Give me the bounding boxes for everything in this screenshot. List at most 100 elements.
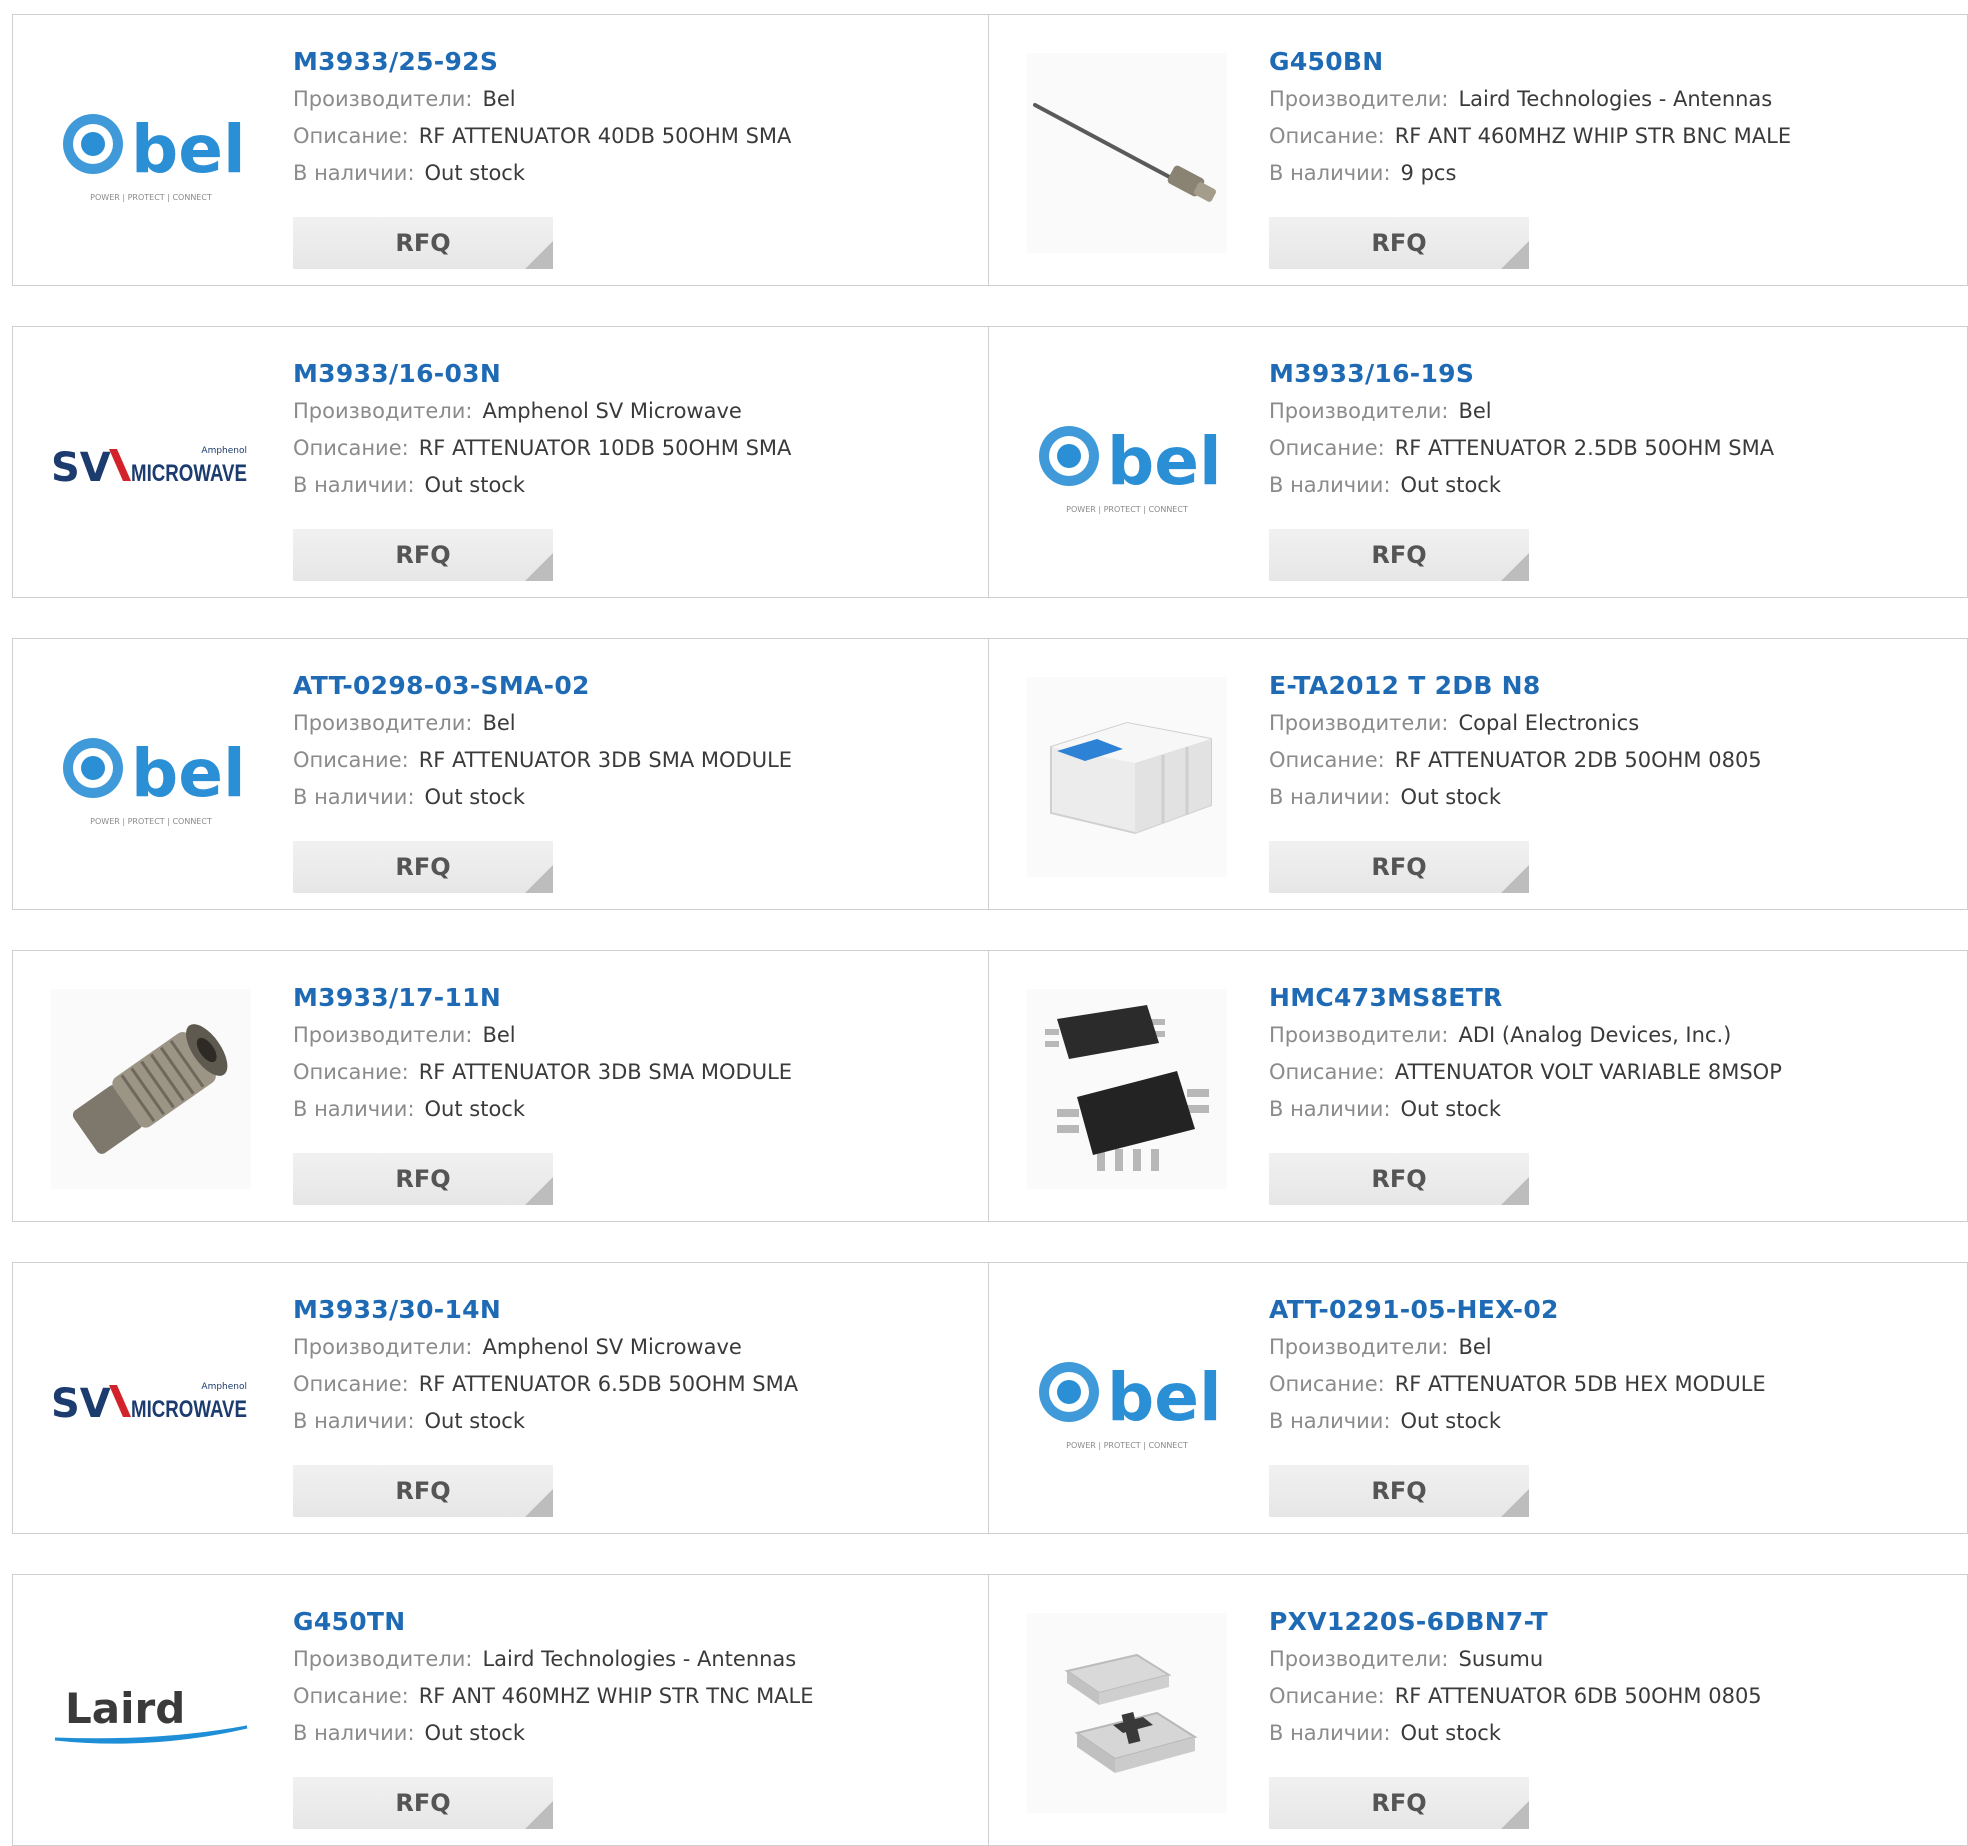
corner-triangle-icon: [525, 1489, 553, 1517]
rfq-button[interactable]: RFQ: [293, 529, 553, 581]
product-card: SV MICROWAVE Amphenol M3933/16-03N Произ…: [12, 326, 989, 598]
part-number-link[interactable]: PXV1220S-6DBN7-T: [1269, 1603, 1957, 1641]
sv-microwave-logo[interactable]: SV MICROWAVE Amphenol: [51, 365, 251, 565]
rfq-button-label: RFQ: [1371, 1165, 1427, 1193]
svg-text:Amphenol: Amphenol: [201, 1382, 247, 1392]
part-number-link[interactable]: ATT-0291-05-HEX-02: [1269, 1291, 1957, 1329]
rfq-button[interactable]: RFQ: [1269, 841, 1529, 893]
bel-logo[interactable]: bel POWER | PROTECT | CONNECT: [1027, 1301, 1227, 1501]
msop-ic-photo[interactable]: [1027, 989, 1227, 1189]
rfq-button[interactable]: RFQ: [1269, 217, 1529, 269]
corner-triangle-icon: [525, 1177, 553, 1205]
bel-logo[interactable]: bel POWER | PROTECT | CONNECT: [51, 53, 251, 253]
stock-label: В наличии:: [1269, 1097, 1391, 1121]
stock-value: Out stock: [424, 785, 526, 809]
product-card: Laird G450TN Производители: Laird Technol…: [12, 1574, 989, 1846]
svg-text:POWER | PROTECT | CONNECT: POWER | PROTECT | CONNECT: [90, 193, 212, 202]
description-label: Описание:: [1269, 124, 1385, 148]
product-row: SV MICROWAVE Amphenol M3933/16-03N Произ…: [12, 326, 1968, 598]
manufacturer-value: Amphenol SV Microwave: [482, 399, 742, 423]
manufacturer-label: Производители:: [1269, 1023, 1449, 1047]
rfq-button[interactable]: RFQ: [1269, 1465, 1529, 1517]
rfq-button-label: RFQ: [395, 1789, 451, 1817]
svg-text:bel: bel: [1107, 423, 1222, 500]
manufacturer-label: Производители:: [293, 87, 473, 111]
product-card: bel POWER | PROTECT | CONNECT ATT-0291-0…: [988, 1262, 1968, 1534]
description-label: Описание:: [1269, 1372, 1385, 1396]
manufacturer-label: Производители:: [293, 1335, 473, 1359]
manufacturer-value: Bel: [482, 87, 516, 111]
whip-antenna-photo[interactable]: [1027, 53, 1227, 253]
manufacturer-label: Производители:: [293, 1647, 473, 1671]
manufacturer-label: Производители:: [1269, 711, 1449, 735]
rfq-button[interactable]: RFQ: [293, 841, 553, 893]
stock-value: Out stock: [1400, 785, 1502, 809]
part-number-link[interactable]: G450BN: [1269, 43, 1957, 81]
part-number-link[interactable]: G450TN: [293, 1603, 978, 1641]
description-value: RF ATTENUATOR 2DB 50OHM 0805: [1394, 748, 1762, 772]
stock-value: Out stock: [1400, 1409, 1502, 1433]
rfq-button[interactable]: RFQ: [1269, 529, 1529, 581]
stock-label: В наличии:: [1269, 473, 1391, 497]
rfq-button[interactable]: RFQ: [1269, 1153, 1529, 1205]
svg-text:SV: SV: [51, 445, 111, 491]
rfq-button-label: RFQ: [1371, 853, 1427, 881]
manufacturer-value: Bel: [482, 1023, 516, 1047]
manufacturer-value: Laird Technologies - Antennas: [482, 1647, 797, 1671]
rfq-button[interactable]: RFQ: [293, 1465, 553, 1517]
smd-chip-photo[interactable]: [1027, 1613, 1227, 1813]
corner-triangle-icon: [525, 241, 553, 269]
bel-logo[interactable]: bel POWER | PROTECT | CONNECT: [51, 677, 251, 877]
rfq-button[interactable]: RFQ: [293, 1153, 553, 1205]
part-number-link[interactable]: HMC473MS8ETR: [1269, 979, 1957, 1017]
description-value: RF ATTENUATOR 6DB 50OHM 0805: [1394, 1684, 1762, 1708]
corner-triangle-icon: [1501, 241, 1529, 269]
product-card: M3933/17-11N Производители: Bel Описание:…: [12, 950, 989, 1222]
stock-label: В наличии:: [1269, 785, 1391, 809]
svg-text:bel: bel: [131, 111, 246, 188]
svg-text:Laird: Laird: [65, 1684, 185, 1733]
manufacturer-value: Bel: [1458, 1335, 1492, 1359]
stock-label: В наличии:: [293, 1097, 415, 1121]
svg-text:MICROWAVE: MICROWAVE: [131, 1396, 247, 1423]
svg-text:bel: bel: [1107, 1359, 1222, 1436]
rfq-button-label: RFQ: [1371, 1477, 1427, 1505]
description-value: RF ATTENUATOR 40DB 50OHM SMA: [418, 124, 792, 148]
svg-text:MICROWAVE: MICROWAVE: [131, 460, 247, 487]
bel-logo[interactable]: bel POWER | PROTECT | CONNECT: [1027, 365, 1227, 565]
sv-microwave-logo[interactable]: SV MICROWAVE Amphenol: [51, 1301, 251, 1501]
stock-label: В наличии:: [1269, 1409, 1391, 1433]
description-value: RF ATTENUATOR 3DB SMA MODULE: [418, 1060, 793, 1084]
svg-text:SV: SV: [51, 1381, 111, 1427]
description-value: RF ATTENUATOR 2.5DB 50OHM SMA: [1394, 436, 1775, 460]
part-number-link[interactable]: M3933/25-92S: [293, 43, 978, 81]
stock-label: В наличии:: [1269, 161, 1391, 185]
manufacturer-label: Производители:: [293, 711, 473, 735]
part-number-link[interactable]: M3933/17-11N: [293, 979, 978, 1017]
laird-logo[interactable]: Laird: [51, 1613, 251, 1813]
stock-value: Out stock: [1400, 473, 1502, 497]
stock-label: В наличии:: [293, 161, 415, 185]
coax-attenuator-photo[interactable]: [51, 989, 251, 1189]
svg-text:POWER | PROTECT | CONNECT: POWER | PROTECT | CONNECT: [1066, 505, 1188, 514]
part-number-link[interactable]: M3933/16-19S: [1269, 355, 1957, 393]
description-label: Описание:: [1269, 436, 1385, 460]
rfq-button-label: RFQ: [395, 853, 451, 881]
corner-triangle-icon: [1501, 1177, 1529, 1205]
corner-triangle-icon: [1501, 865, 1529, 893]
manufacturer-value: Copal Electronics: [1458, 711, 1640, 735]
part-number-link[interactable]: ATT-0298-03-SMA-02: [293, 667, 978, 705]
corner-triangle-icon: [525, 553, 553, 581]
part-number-link[interactable]: M3933/16-03N: [293, 355, 978, 393]
description-value: RF ATTENUATOR 5DB HEX MODULE: [1394, 1372, 1766, 1396]
part-number-link[interactable]: E-TA2012 T 2DB N8: [1269, 667, 1957, 705]
rfq-button[interactable]: RFQ: [293, 217, 553, 269]
rfq-button[interactable]: RFQ: [293, 1777, 553, 1829]
rfq-button[interactable]: RFQ: [1269, 1777, 1529, 1829]
stock-value: Out stock: [424, 161, 526, 185]
part-number-link[interactable]: M3933/30-14N: [293, 1291, 978, 1329]
svg-text:bel: bel: [131, 735, 246, 812]
corner-triangle-icon: [1501, 1801, 1529, 1829]
chip-attenuator-photo[interactable]: [1027, 677, 1227, 877]
product-row: SV MICROWAVE Amphenol M3933/30-14N Произ…: [12, 1262, 1968, 1534]
